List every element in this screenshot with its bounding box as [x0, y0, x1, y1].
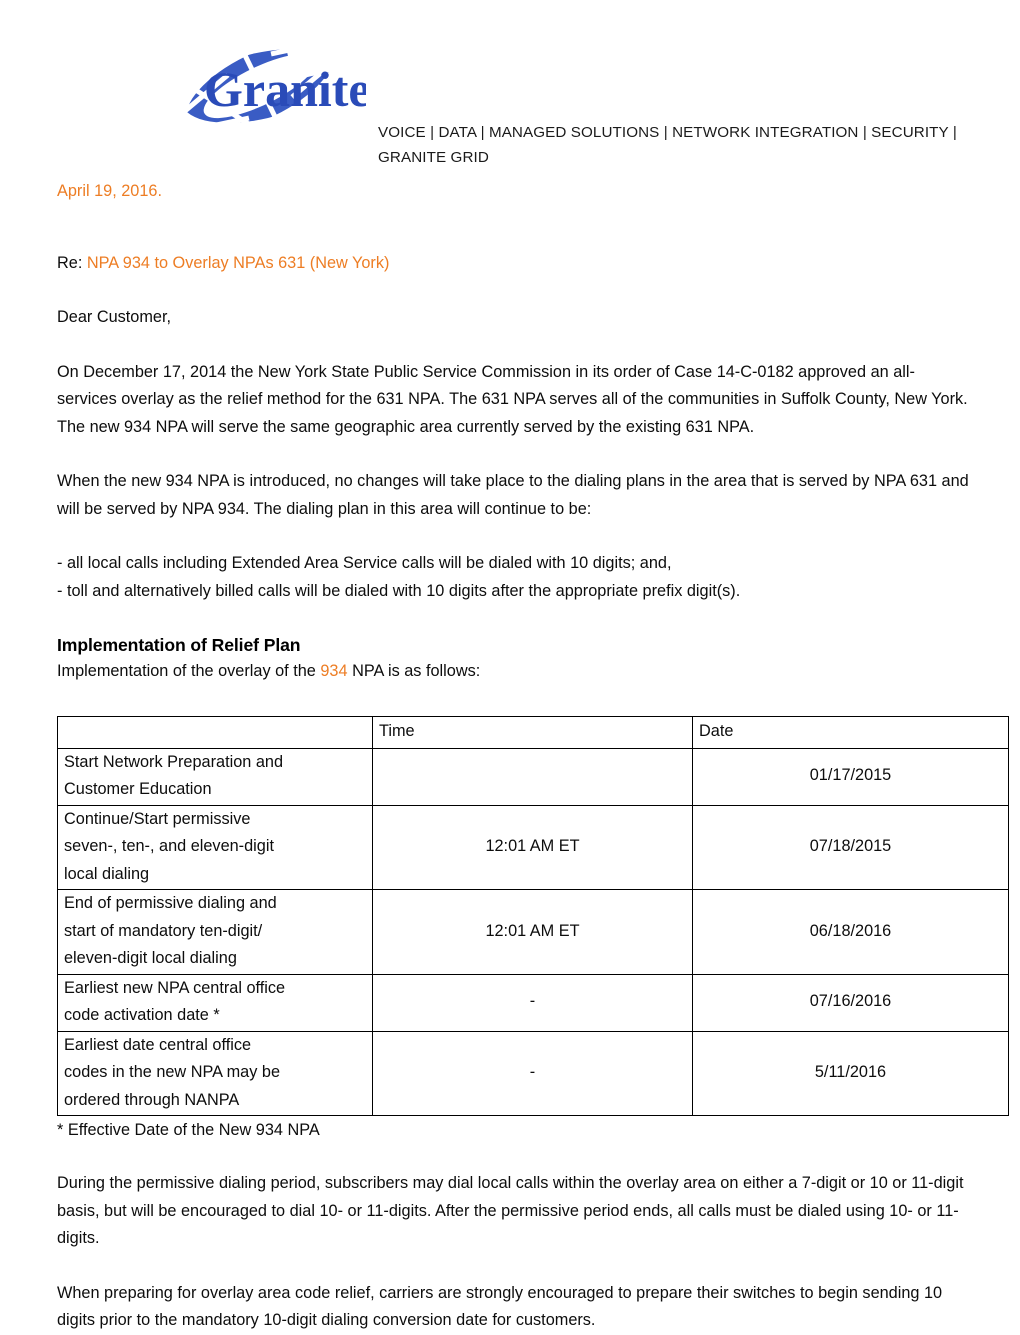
section-intro-suffix: NPA is as follows: — [347, 662, 481, 680]
section-intro: Implementation of the overlay of the 934… — [57, 658, 970, 686]
row-label: Earliest date central office codes in th… — [57, 1030, 373, 1116]
table-header-row: Time Date — [57, 715, 1009, 749]
header-cell-date: Date — [692, 715, 1009, 749]
header-cell-blank — [57, 715, 373, 749]
row-date: 06/18/2016 — [692, 889, 1009, 975]
row-label-line: local dialing — [64, 864, 150, 883]
row-label-line: eleven-digit local dialing — [64, 949, 237, 967]
letterhead-tagline: VOICE | DATA | MANAGED SOLUTIONS | NETWO… — [378, 124, 957, 166]
row-label-line: ordered through NANPA — [64, 1090, 240, 1109]
row-time: - — [372, 1030, 693, 1116]
row-label: Start Network Preparation and Customer E… — [57, 747, 373, 806]
document-page: Granite VOICE | DATA | MANAGED SOLUTIONS… — [0, 0, 1020, 1329]
row-date: 07/16/2016 — [692, 973, 1009, 1032]
row-label-line: End of permissive dialing and — [64, 894, 277, 912]
table-row: End of permissive dialing and start of m… — [57, 889, 1009, 975]
paragraph-4: When preparing for overlay area code rel… — [57, 1283, 943, 1330]
letterhead: Granite VOICE | DATA | MANAGED SOLUTIONS… — [0, 0, 1020, 178]
row-time: 12:01 AM ET — [372, 889, 693, 975]
bullet-1: - all local calls including Extended Are… — [57, 554, 672, 572]
paragraph-1: On December 17, 2014 the New York State … — [57, 362, 968, 436]
letter-date: April 19, 2016. — [57, 182, 162, 200]
row-label: End of permissive dialing and start of m… — [57, 889, 373, 975]
row-date: 07/18/2015 — [692, 804, 1009, 890]
paragraph-3: During the permissive dialing period, su… — [57, 1174, 964, 1247]
subject-label: Re: — [57, 253, 83, 272]
table-row: Earliest date central office codes in th… — [57, 1030, 1009, 1116]
row-label: Earliest new NPA central office code act… — [57, 973, 373, 1032]
row-label-line: Customer Education — [64, 780, 212, 798]
row-time — [372, 747, 693, 806]
row-label: Continue/Start permissive seven-, ten-, … — [57, 804, 373, 890]
row-label-line: codes in the new NPA may be — [64, 1063, 280, 1081]
letter-body: April 19, 2016. Re: NPA 934 to Overlay N… — [57, 178, 1009, 1335]
row-time: 12:01 AM ET — [372, 804, 693, 890]
paragraph-2: When the new 934 NPA is introduced, no c… — [57, 472, 969, 518]
section-heading: Implementation of Relief Plan — [57, 635, 301, 655]
logo-wordmark: Granite — [204, 61, 366, 117]
row-label-line: Start Network Preparation and — [64, 752, 284, 771]
salutation: Dear Customer, — [57, 308, 172, 326]
section-intro-npa: 934 — [320, 662, 348, 680]
row-label-line: start of mandatory ten-digit/ — [64, 921, 263, 940]
schedule-table-body: Time Date Start Network Preparation and … — [57, 715, 1009, 1116]
row-time: - — [372, 973, 693, 1032]
table-row: Continue/Start permissive seven-, ten-, … — [57, 804, 1009, 890]
bullet-2: - toll and alternatively billed calls wi… — [57, 581, 741, 600]
row-label-line: code activation date * — [64, 1006, 220, 1024]
row-label-line: Continue/Start permissive — [64, 809, 251, 828]
row-date: 01/17/2015 — [692, 747, 1009, 806]
row-label-line: seven-, ten-, and eleven-digit — [64, 837, 274, 855]
row-date: 5/11/2016 — [692, 1030, 1009, 1116]
table-row: Earliest new NPA central office code act… — [57, 973, 1009, 1032]
row-label-line: Earliest new NPA central office — [64, 978, 286, 997]
section-intro-prefix: Implementation of the overlay of the — [57, 662, 321, 680]
row-label-line: Earliest date central office — [64, 1035, 252, 1054]
implementation-schedule-table: Time Date Start Network Preparation and … — [57, 715, 1009, 1117]
subject-text: NPA 934 to Overlay NPAs 631 (New York) — [86, 253, 390, 272]
subject-line: Re: NPA 934 to Overlay NPAs 631 (New Yor… — [57, 250, 970, 278]
table-footnote: * Effective Date of the New 934 NPA — [57, 1121, 320, 1139]
table-row: Start Network Preparation and Customer E… — [57, 747, 1009, 806]
header-cell-time: Time — [372, 715, 693, 749]
granite-logo: Granite — [176, 48, 366, 126]
